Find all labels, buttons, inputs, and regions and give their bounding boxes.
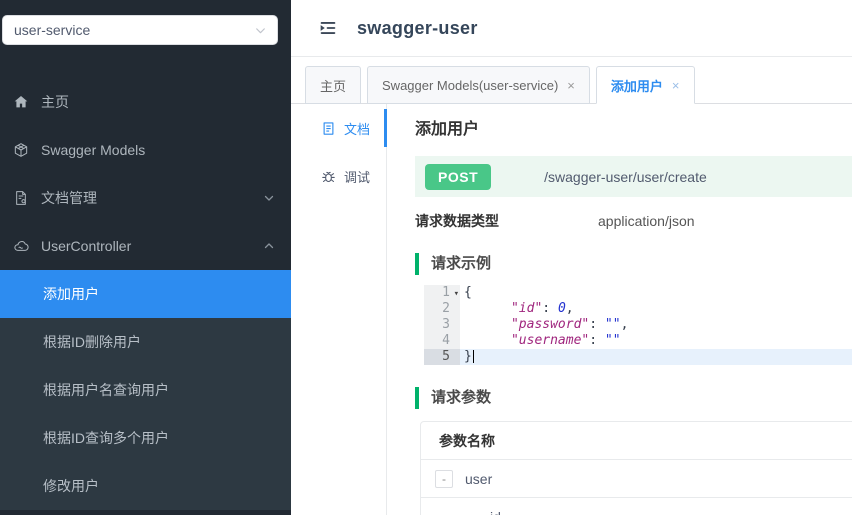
tab-home[interactable]: 主页	[305, 66, 362, 104]
header: swagger-user	[291, 0, 852, 57]
sidebar-item-user-controller[interactable]: UserController	[0, 222, 291, 270]
params-table-body: -user id	[421, 460, 852, 515]
line-number: 3	[424, 317, 460, 333]
collapse-row-button[interactable]: -	[435, 469, 453, 488]
code-line: 3 "password": "",	[424, 317, 852, 333]
document-icon	[321, 121, 336, 136]
content-area: 文档调试 添加用户 POST /swagger-user/user/create…	[291, 104, 852, 515]
app: user-service 主页 Swagger Models 文档管理 UserCon…	[0, 0, 852, 515]
sidebar-item-label: 根据ID查询多个用户	[43, 430, 169, 446]
sidebar-item-label: UserController	[41, 238, 132, 254]
sidebar-item-delete-user-by-id[interactable]: 根据ID删除用户	[0, 318, 291, 366]
sidebar: user-service 主页 Swagger Models 文档管理 UserCon…	[0, 0, 291, 515]
tab-add-user[interactable]: 添加用户 ×	[595, 66, 695, 104]
models-icon	[13, 142, 29, 158]
sidebar-item-add-user[interactable]: 添加用户	[0, 270, 291, 318]
nav-tab-label: 文档	[344, 121, 371, 137]
sidebar-item-query-users-by-ids[interactable]: 根据ID查询多个用户	[0, 414, 291, 462]
nav-tab-doc[interactable]: 文档	[291, 104, 387, 152]
api-path: /swagger-user/user/create	[544, 168, 707, 185]
fold-icon[interactable]: ▾	[454, 286, 459, 302]
service-select[interactable]: user-service	[2, 15, 278, 45]
nav-tab-debug[interactable]: 调试	[291, 152, 386, 200]
content-type-label: 请求数据类型	[415, 213, 499, 229]
tab-label: Swagger Models(user-service)	[382, 77, 559, 93]
table-row: - user	[421, 460, 852, 498]
text-cursor	[472, 350, 474, 363]
sidebar-item-label: 根据用户名查询用户	[43, 382, 169, 398]
main-area: swagger-user 主页 Swagger Models(user-servi…	[291, 0, 852, 515]
close-icon[interactable]: ×	[567, 79, 575, 92]
code-line: 2 "id": 0,	[424, 301, 852, 317]
code-text: {	[464, 285, 472, 300]
code-text: "password": "",	[510, 317, 629, 332]
close-icon[interactable]: ×	[672, 79, 680, 92]
method-bar: POST /swagger-user/user/create	[415, 156, 852, 197]
sidebar-item-update-user[interactable]: 修改用户	[0, 462, 291, 510]
tab-swagger-models[interactable]: Swagger Models(user-service) ×	[367, 66, 590, 104]
bug-icon	[321, 169, 336, 184]
code-text: "username": ""	[510, 333, 621, 348]
code-line: 4 "username": ""	[424, 333, 852, 349]
chevron-down-icon	[263, 192, 275, 204]
table-row: id	[421, 498, 852, 515]
tab-bar: 主页 Swagger Models(user-service) × 添加用户 ×	[291, 57, 852, 104]
code-text: "id": 0,	[510, 301, 574, 316]
chevron-up-icon	[263, 240, 275, 252]
tab-label: 添加用户	[610, 78, 663, 94]
request-params-title: 请求参数	[415, 387, 852, 409]
service-select-value: user-service	[14, 22, 91, 38]
controller-icon	[13, 238, 29, 254]
sidebar-item-label: 文档管理	[41, 190, 97, 206]
content-type-row: 请求数据类型 application/json	[415, 211, 852, 231]
sidebar-menu: 主页 Swagger Models 文档管理 UserController	[0, 78, 291, 270]
sidebar-submenu: 添加用户根据ID删除用户根据用户名查询用户 根据ID查询多个用户 修改用户	[0, 270, 291, 510]
line-number: 5	[424, 349, 460, 365]
method-badge: POST	[425, 163, 492, 190]
request-example-title: 请求示例	[415, 253, 852, 275]
params-table: 参数名称 -user id	[420, 421, 852, 515]
doc-manage-icon	[13, 190, 29, 206]
sidebar-item-doc-manage[interactable]: 文档管理	[0, 174, 291, 222]
sidebar-item-label: 添加用户	[43, 286, 99, 302]
nav-tab-label: 调试	[344, 169, 371, 185]
code-line: 5}	[424, 349, 852, 365]
sidebar-item-label: Swagger Models	[41, 142, 146, 158]
collapse-sidebar-button[interactable]	[317, 17, 339, 39]
content-type-value: application/json	[598, 213, 695, 229]
code-text: }	[460, 349, 852, 365]
doc-debug-nav: 文档 调试	[291, 104, 387, 515]
sidebar-item-label: 根据ID删除用户	[43, 334, 141, 350]
code-editor[interactable]: 1 ▾{2 "id": 0, 3 "password": "", 4 "usernam…	[424, 285, 852, 365]
line-number: 4	[424, 333, 460, 349]
params-table-header: 参数名称	[421, 422, 852, 460]
home-icon	[13, 94, 29, 110]
line-number: 1 ▾	[424, 285, 460, 301]
code-line: 1 ▾ {	[424, 285, 852, 301]
operation-title: 添加用户	[415, 121, 480, 138]
tab-label: 主页	[320, 78, 347, 94]
param-name: user	[465, 470, 493, 487]
sidebar-item-label: 主页	[41, 94, 69, 110]
sidebar-item-query-user-by-name[interactable]: 根据用户名查询用户	[0, 366, 291, 414]
sidebar-item-swagger-models[interactable]: Swagger Models	[0, 126, 291, 174]
param-name: id	[490, 509, 501, 515]
doc-panel: 添加用户 POST /swagger-user/user/create 请求数据…	[387, 104, 852, 515]
sidebar-item-label: 修改用户	[43, 478, 99, 494]
page-title: swagger-user	[357, 17, 478, 38]
sidebar-item-home[interactable]: 主页	[0, 78, 291, 126]
line-number: 2	[424, 301, 460, 317]
column-header: 参数名称	[439, 432, 495, 449]
chevron-down-icon	[254, 24, 267, 37]
